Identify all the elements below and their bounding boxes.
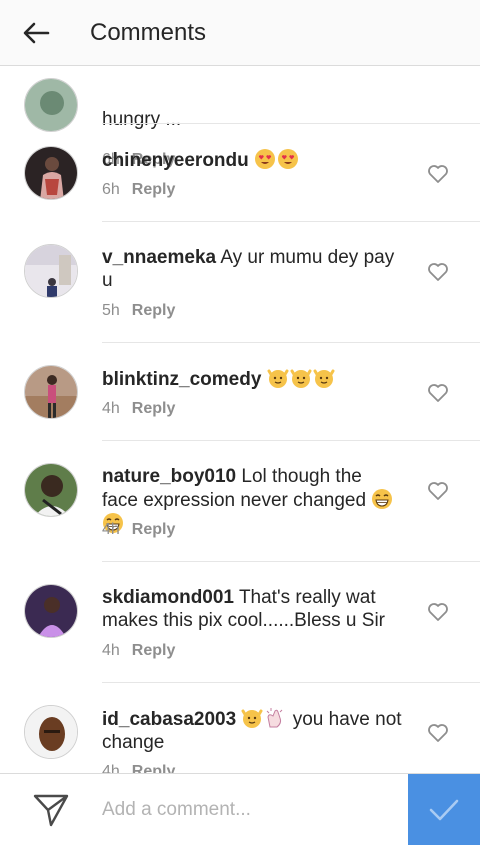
comment-time: 6h bbox=[102, 181, 120, 198]
avatar[interactable] bbox=[24, 146, 78, 200]
comment-username[interactable]: chinenyeerondu bbox=[102, 150, 249, 171]
reply-button[interactable]: Reply bbox=[132, 763, 176, 773]
back-arrow-icon bbox=[23, 22, 50, 43]
raised-hands-emoji bbox=[313, 367, 335, 389]
comment-composer bbox=[0, 773, 480, 845]
header-bar: Comments bbox=[0, 0, 480, 66]
comment-time: 4h bbox=[102, 521, 120, 538]
heart-icon[interactable] bbox=[427, 262, 449, 282]
comment-item: skdiamond001 That's really wat makes thi… bbox=[0, 562, 480, 683]
comment-username[interactable]: v_nnaemeka bbox=[102, 247, 216, 268]
back-button[interactable] bbox=[0, 0, 72, 66]
grinning-emoji bbox=[371, 488, 393, 510]
heart-eyes-emoji bbox=[254, 148, 276, 170]
comment-item: blinktinz_comedy 4h Reply bbox=[0, 343, 480, 441]
clapping-hands-emoji bbox=[264, 707, 286, 729]
avatar[interactable] bbox=[24, 365, 78, 419]
comment-meta: 4h Reply bbox=[102, 520, 175, 540]
comment-username[interactable]: skdiamond001 bbox=[102, 587, 234, 608]
comment-time: 5h bbox=[102, 302, 120, 319]
comment-time: 4h bbox=[102, 763, 120, 773]
reply-button[interactable]: Reply bbox=[132, 302, 176, 319]
avatar[interactable] bbox=[24, 463, 78, 517]
comment-list[interactable]: hungry ... 6h Reply chinenyeerondu 6h Repl… bbox=[0, 66, 480, 773]
comment-item: hungry ... 6h Reply bbox=[0, 66, 480, 168]
raised-hands-emoji bbox=[290, 367, 312, 389]
comment-input[interactable] bbox=[102, 792, 392, 828]
comment-item: id_cabasa2003 you have not change 4h Repl… bbox=[0, 683, 480, 773]
comment-text: skdiamond001 That's really wat makes thi… bbox=[102, 586, 402, 632]
avatar[interactable] bbox=[24, 584, 78, 638]
avatar[interactable] bbox=[24, 705, 78, 759]
heart-icon[interactable] bbox=[427, 164, 449, 184]
heart-icon[interactable] bbox=[427, 723, 449, 743]
reply-button[interactable]: Reply bbox=[132, 181, 176, 198]
avatar[interactable] bbox=[24, 244, 78, 298]
comment-time: 4h bbox=[102, 400, 120, 417]
comment-item: nature_boy010 Lol though the face expres… bbox=[0, 441, 480, 562]
page-title: Comments bbox=[90, 18, 207, 46]
comment-meta: 5h Reply bbox=[102, 301, 175, 321]
post-comment-button[interactable] bbox=[408, 774, 480, 845]
reply-button[interactable]: Reply bbox=[132, 521, 176, 538]
comment-item: chinenyeerondu 6h Reply bbox=[0, 124, 480, 222]
reply-button[interactable]: Reply bbox=[132, 400, 176, 417]
comment-text: id_cabasa2003 you have not change bbox=[102, 707, 402, 754]
comment-text: chinenyeerondu bbox=[102, 148, 402, 172]
reply-button[interactable]: Reply bbox=[132, 642, 176, 659]
comment-username[interactable]: id_cabasa2003 bbox=[102, 709, 236, 730]
comment-meta: 6h Reply bbox=[102, 180, 175, 200]
heart-eyes-emoji bbox=[277, 148, 299, 170]
comment-text: blinktinz_comedy bbox=[102, 367, 402, 391]
comment-username[interactable]: blinktinz_comedy bbox=[102, 369, 261, 390]
comment-time: 4h bbox=[102, 642, 120, 659]
raised-hands-emoji bbox=[267, 367, 289, 389]
raised-hands-emoji bbox=[241, 707, 263, 729]
comment-item: v_nnaemeka Ay ur mumu dey pay u 5h Reply bbox=[0, 222, 480, 343]
heart-icon[interactable] bbox=[427, 383, 449, 403]
comment-username[interactable]: nature_boy010 bbox=[102, 466, 236, 487]
send-icon[interactable] bbox=[32, 792, 70, 828]
heart-icon[interactable] bbox=[427, 602, 449, 622]
check-icon bbox=[429, 799, 459, 821]
comment-text: v_nnaemeka Ay ur mumu dey pay u bbox=[102, 246, 402, 292]
heart-icon[interactable] bbox=[427, 481, 449, 501]
comment-meta: 4h Reply bbox=[102, 762, 175, 773]
comment-meta: 4h Reply bbox=[102, 641, 175, 661]
comment-meta: 4h Reply bbox=[102, 399, 175, 419]
